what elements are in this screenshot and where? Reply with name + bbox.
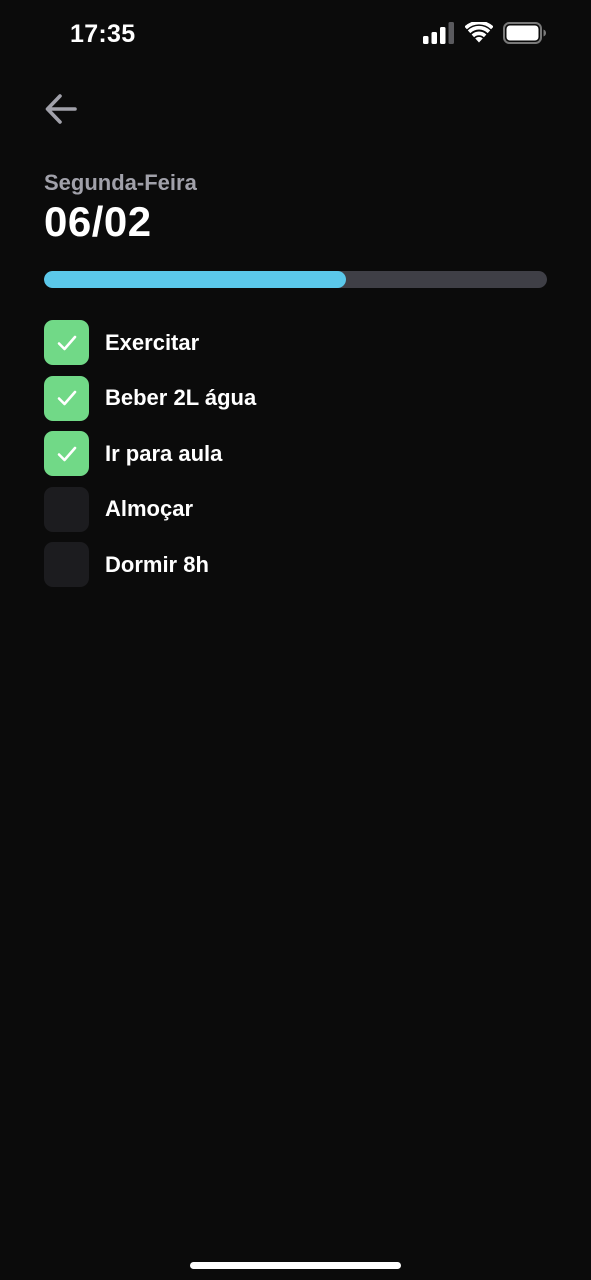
task-checkbox[interactable] [44, 375, 89, 421]
wifi-icon [464, 20, 494, 49]
status-icons [423, 20, 547, 49]
task-checkbox[interactable] [44, 320, 89, 365]
task-item-almocar[interactable]: Almoçar [44, 486, 547, 532]
status-time: 17:35 [70, 20, 136, 48]
progress-bar-fill [44, 271, 346, 288]
arrow-left-icon [44, 92, 78, 131]
progress-bar [44, 271, 547, 288]
task-item-beber-agua[interactable]: Beber 2L água [44, 375, 547, 421]
status-bar: 17:35 [0, 0, 591, 70]
task-label: Almoçar [105, 496, 194, 521]
battery-icon [503, 21, 547, 49]
task-label: Exercitar [105, 329, 200, 355]
task-label: Dormir 8h [105, 551, 209, 577]
task-checkbox[interactable] [44, 486, 89, 532]
task-label: Beber 2L água [105, 385, 257, 410]
cellular-signal-icon [423, 21, 455, 49]
task-item-exercitar[interactable]: Exercitar [44, 320, 547, 365]
checkmark-icon [54, 330, 80, 356]
task-list: Exercitar Beber 2L água Ir para aula Alm… [44, 320, 547, 598]
task-checkbox[interactable] [44, 542, 89, 587]
task-label: Ir para aula [105, 440, 223, 466]
checkmark-icon [54, 385, 80, 411]
page-title-date: 06/02 [44, 198, 152, 245]
task-item-ir-para-aula[interactable]: Ir para aula [44, 431, 547, 476]
home-indicator [190, 1262, 401, 1269]
task-item-dormir[interactable]: Dormir 8h [44, 542, 547, 587]
weekday-label: Segunda-Feira [44, 170, 197, 195]
task-checkbox[interactable] [44, 431, 89, 476]
back-button[interactable] [44, 88, 90, 134]
checkmark-icon [54, 441, 80, 467]
